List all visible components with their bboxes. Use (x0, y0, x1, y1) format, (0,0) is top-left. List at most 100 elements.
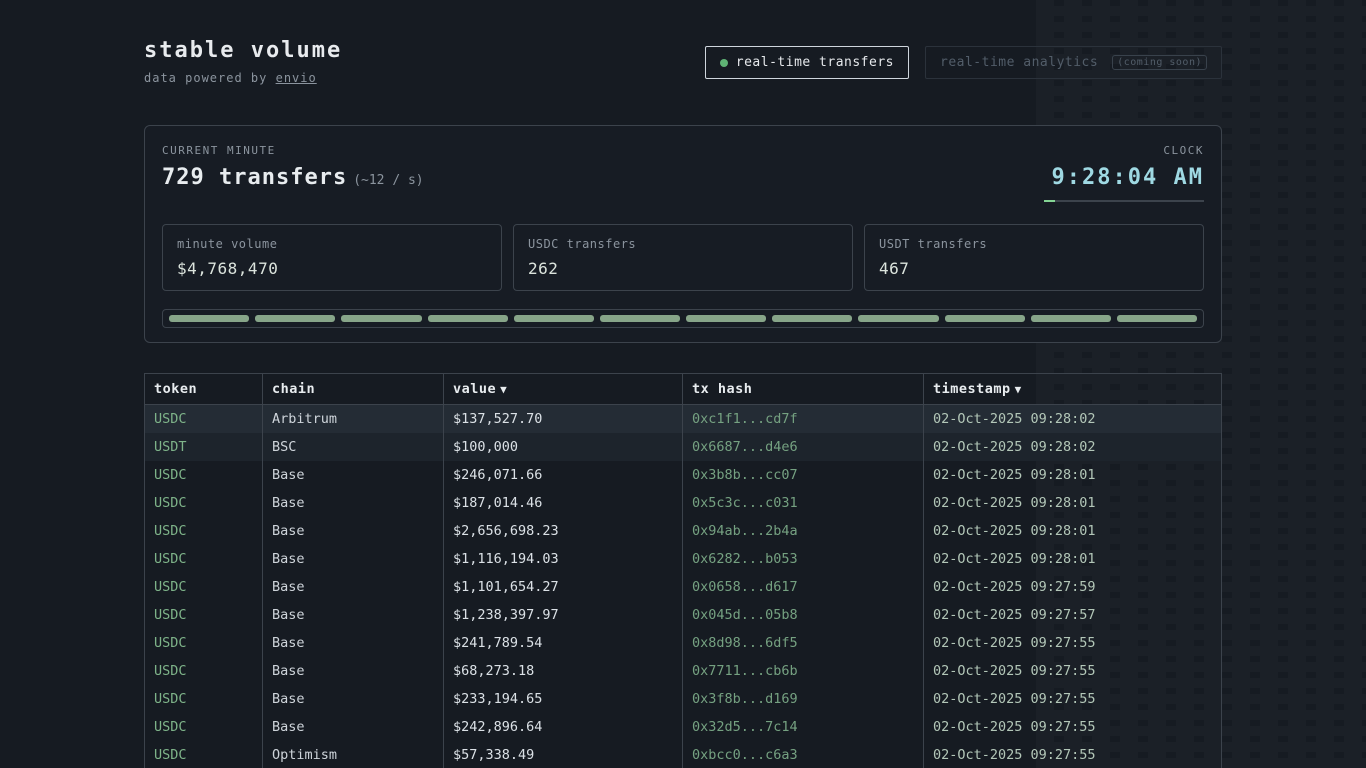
stat-label: USDT transfers (879, 237, 1189, 251)
chain-cell: Base (263, 685, 444, 713)
stat-value: 262 (528, 259, 838, 278)
header-row: tokenchainvalue▼tx hashtimestamp▼ (145, 374, 1222, 405)
timestamp-cell: 02-Oct-2025 09:28:01 (924, 461, 1222, 489)
table-row: USDCBase$246,071.660x3b8b...cc0702-Oct-2… (145, 461, 1222, 489)
transfer-count: 729 transfers (162, 165, 347, 190)
value-cell: $2,656,698.23 (444, 517, 683, 545)
value-cell: $68,273.18 (444, 657, 683, 685)
chain-cell: Base (263, 573, 444, 601)
minute-segment-bar (162, 309, 1204, 328)
txhash-cell[interactable]: 0x94ab...2b4a (683, 517, 924, 545)
value-cell: $1,101,654.27 (444, 573, 683, 601)
txhash-cell[interactable]: 0x5c3c...c031 (683, 489, 924, 517)
clock-progress-fill (1044, 200, 1055, 202)
topbar: stable volume data powered by envio real… (144, 38, 1222, 85)
txhash-cell[interactable]: 0x3f8b...d169 (683, 685, 924, 713)
clock-label: CLOCK (1044, 144, 1204, 157)
txhash-cell[interactable]: 0x6282...b053 (683, 545, 924, 573)
minute-segment (945, 315, 1025, 322)
txhash-cell[interactable]: 0x045d...05b8 (683, 601, 924, 629)
timestamp-cell: 02-Oct-2025 09:28:02 (924, 433, 1222, 461)
token-cell: USDC (145, 685, 263, 713)
subtitle: data powered by envio (144, 71, 342, 85)
chain-cell: Base (263, 601, 444, 629)
transfer-rate: (~12 / s) (353, 173, 423, 188)
timestamp-cell: 02-Oct-2025 09:28:01 (924, 545, 1222, 573)
table-row: USDCBase$1,101,654.270x0658...d61702-Oct… (145, 573, 1222, 601)
tab-label: real-time analytics (940, 55, 1098, 70)
chain-cell: Base (263, 461, 444, 489)
table-row: USDCBase$233,194.650x3f8b...d16902-Oct-2… (145, 685, 1222, 713)
timestamp-cell: 02-Oct-2025 09:27:55 (924, 713, 1222, 741)
chain-cell: BSC (263, 433, 444, 461)
timestamp-cell: 02-Oct-2025 09:27:57 (924, 601, 1222, 629)
token-cell: USDC (145, 517, 263, 545)
value-cell: $1,116,194.03 (444, 545, 683, 573)
chain-cell: Base (263, 545, 444, 573)
minute-segment (858, 315, 938, 322)
token-cell: USDC (145, 601, 263, 629)
txhash-cell[interactable]: 0xbcc0...c6a3 (683, 741, 924, 768)
transfer-count-line: 729 transfers (~12 / s) (162, 165, 424, 190)
chain-cell: Base (263, 657, 444, 685)
panel-top: CURRENT MINUTE 729 transfers (~12 / s) CL… (162, 144, 1204, 202)
value-cell: $233,194.65 (444, 685, 683, 713)
txhash-cell[interactable]: 0xc1f1...cd7f (683, 405, 924, 434)
txhash-cell[interactable]: 0x8d98...6df5 (683, 629, 924, 657)
transfers-table-header: tokenchainvalue▼tx hashtimestamp▼ (145, 374, 1222, 405)
timestamp-cell: 02-Oct-2025 09:27:55 (924, 629, 1222, 657)
table-row: USDCBase$2,656,698.230x94ab...2b4a02-Oct… (145, 517, 1222, 545)
txhash-cell[interactable]: 0x32d5...7c14 (683, 713, 924, 741)
column-header-chain[interactable]: chain (263, 374, 444, 405)
page-title: stable volume (144, 38, 342, 63)
clock-block: CLOCK 9:28:04 AM (1044, 144, 1204, 202)
value-cell: $100,000 (444, 433, 683, 461)
transfers-table-body: USDCArbitrum$137,527.700xc1f1...cd7f02-O… (145, 405, 1222, 768)
brand: stable volume data powered by envio (144, 38, 342, 85)
minute-segment (169, 315, 249, 322)
token-cell: USDC (145, 741, 263, 768)
minute-segment (600, 315, 680, 322)
token-cell: USDT (145, 433, 263, 461)
minute-segment (686, 315, 766, 322)
clock-time: 9:28:04 AM (1044, 165, 1204, 190)
column-header-timestamp[interactable]: timestamp▼ (924, 374, 1222, 405)
tab-realtime-analytics[interactable]: real-time analytics (coming soon) (925, 46, 1222, 79)
token-cell: USDC (145, 629, 263, 657)
envio-link[interactable]: envio (276, 71, 317, 85)
column-header-tx-hash[interactable]: tx hash (683, 374, 924, 405)
chain-cell: Base (263, 713, 444, 741)
txhash-cell[interactable]: 0x6687...d4e6 (683, 433, 924, 461)
timestamp-cell: 02-Oct-2025 09:27:55 (924, 657, 1222, 685)
transfers-table: tokenchainvalue▼tx hashtimestamp▼ USDCAr… (144, 373, 1222, 768)
token-cell: USDC (145, 713, 263, 741)
live-dot-icon (720, 59, 728, 67)
minute-segment (1031, 315, 1111, 322)
txhash-cell[interactable]: 0x3b8b...cc07 (683, 461, 924, 489)
timestamp-cell: 02-Oct-2025 09:27:55 (924, 741, 1222, 768)
value-cell: $242,896.64 (444, 713, 683, 741)
section-label: CURRENT MINUTE (162, 144, 424, 157)
minute-segment (341, 315, 421, 322)
value-cell: $241,789.54 (444, 629, 683, 657)
stat-usdt-transfers: USDT transfers 467 (864, 224, 1204, 291)
table-row: USDCBase$242,896.640x32d5...7c1402-Oct-2… (145, 713, 1222, 741)
tab-realtime-transfers[interactable]: real-time transfers (705, 46, 909, 79)
subtitle-text: data powered by (144, 71, 276, 85)
stat-value: $4,768,470 (177, 259, 487, 278)
minute-segment (772, 315, 852, 322)
chain-cell: Base (263, 629, 444, 657)
txhash-cell[interactable]: 0x7711...cb6b (683, 657, 924, 685)
stat-minute-volume: minute volume $4,768,470 (162, 224, 502, 291)
minute-segment (514, 315, 594, 322)
sort-descending-icon: ▼ (500, 383, 507, 396)
page: stable volume data powered by envio real… (144, 0, 1222, 768)
minute-segment (255, 315, 335, 322)
minute-summary: CURRENT MINUTE 729 transfers (~12 / s) (162, 144, 424, 190)
column-header-token[interactable]: token (145, 374, 263, 405)
column-header-value[interactable]: value▼ (444, 374, 683, 405)
timestamp-cell: 02-Oct-2025 09:28:02 (924, 405, 1222, 434)
value-cell: $187,014.46 (444, 489, 683, 517)
txhash-cell[interactable]: 0x0658...d617 (683, 573, 924, 601)
token-cell: USDC (145, 489, 263, 517)
